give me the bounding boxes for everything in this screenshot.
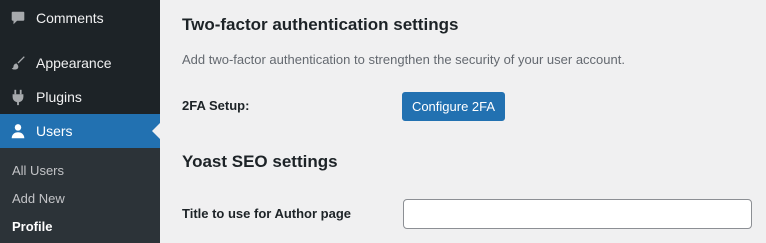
admin-sidebar: Comments Appearance Plugins Users All Us… [0,0,160,243]
two-factor-heading: Two-factor authentication settings [182,15,459,34]
sidebar-item-plugins[interactable]: Plugins [0,80,160,114]
two-factor-setup-label: 2FA Setup: [182,98,250,113]
author-title-input[interactable] [403,199,752,229]
two-factor-description: Add two-factor authentication to strengt… [182,52,625,67]
sidebar-item-users[interactable]: Users [0,114,160,148]
sidebar-item-appearance[interactable]: Appearance [0,46,160,80]
submenu-item-add-new[interactable]: Add New [12,191,65,206]
author-title-label: Title to use for Author page [182,206,352,221]
sidebar-item-label: Appearance [36,55,112,71]
sidebar-item-label: Users [36,123,73,139]
user-icon [0,114,36,148]
profile-content: Two-factor authentication settings Add t… [160,0,766,243]
comment-icon [0,1,36,35]
plug-icon [0,80,36,114]
yoast-heading: Yoast SEO settings [182,152,338,171]
paintbrush-icon [0,46,36,80]
sidebar-item-label: Comments [36,10,104,26]
configure-2fa-button[interactable]: Configure 2FA [402,92,505,121]
submenu-item-profile[interactable]: Profile [12,219,52,234]
submenu-item-all-users[interactable]: All Users [12,163,64,178]
sidebar-item-comments[interactable]: Comments [0,1,160,35]
users-submenu: All Users Add New Profile [0,148,160,243]
active-indicator [152,123,160,139]
sidebar-item-label: Plugins [36,89,82,105]
